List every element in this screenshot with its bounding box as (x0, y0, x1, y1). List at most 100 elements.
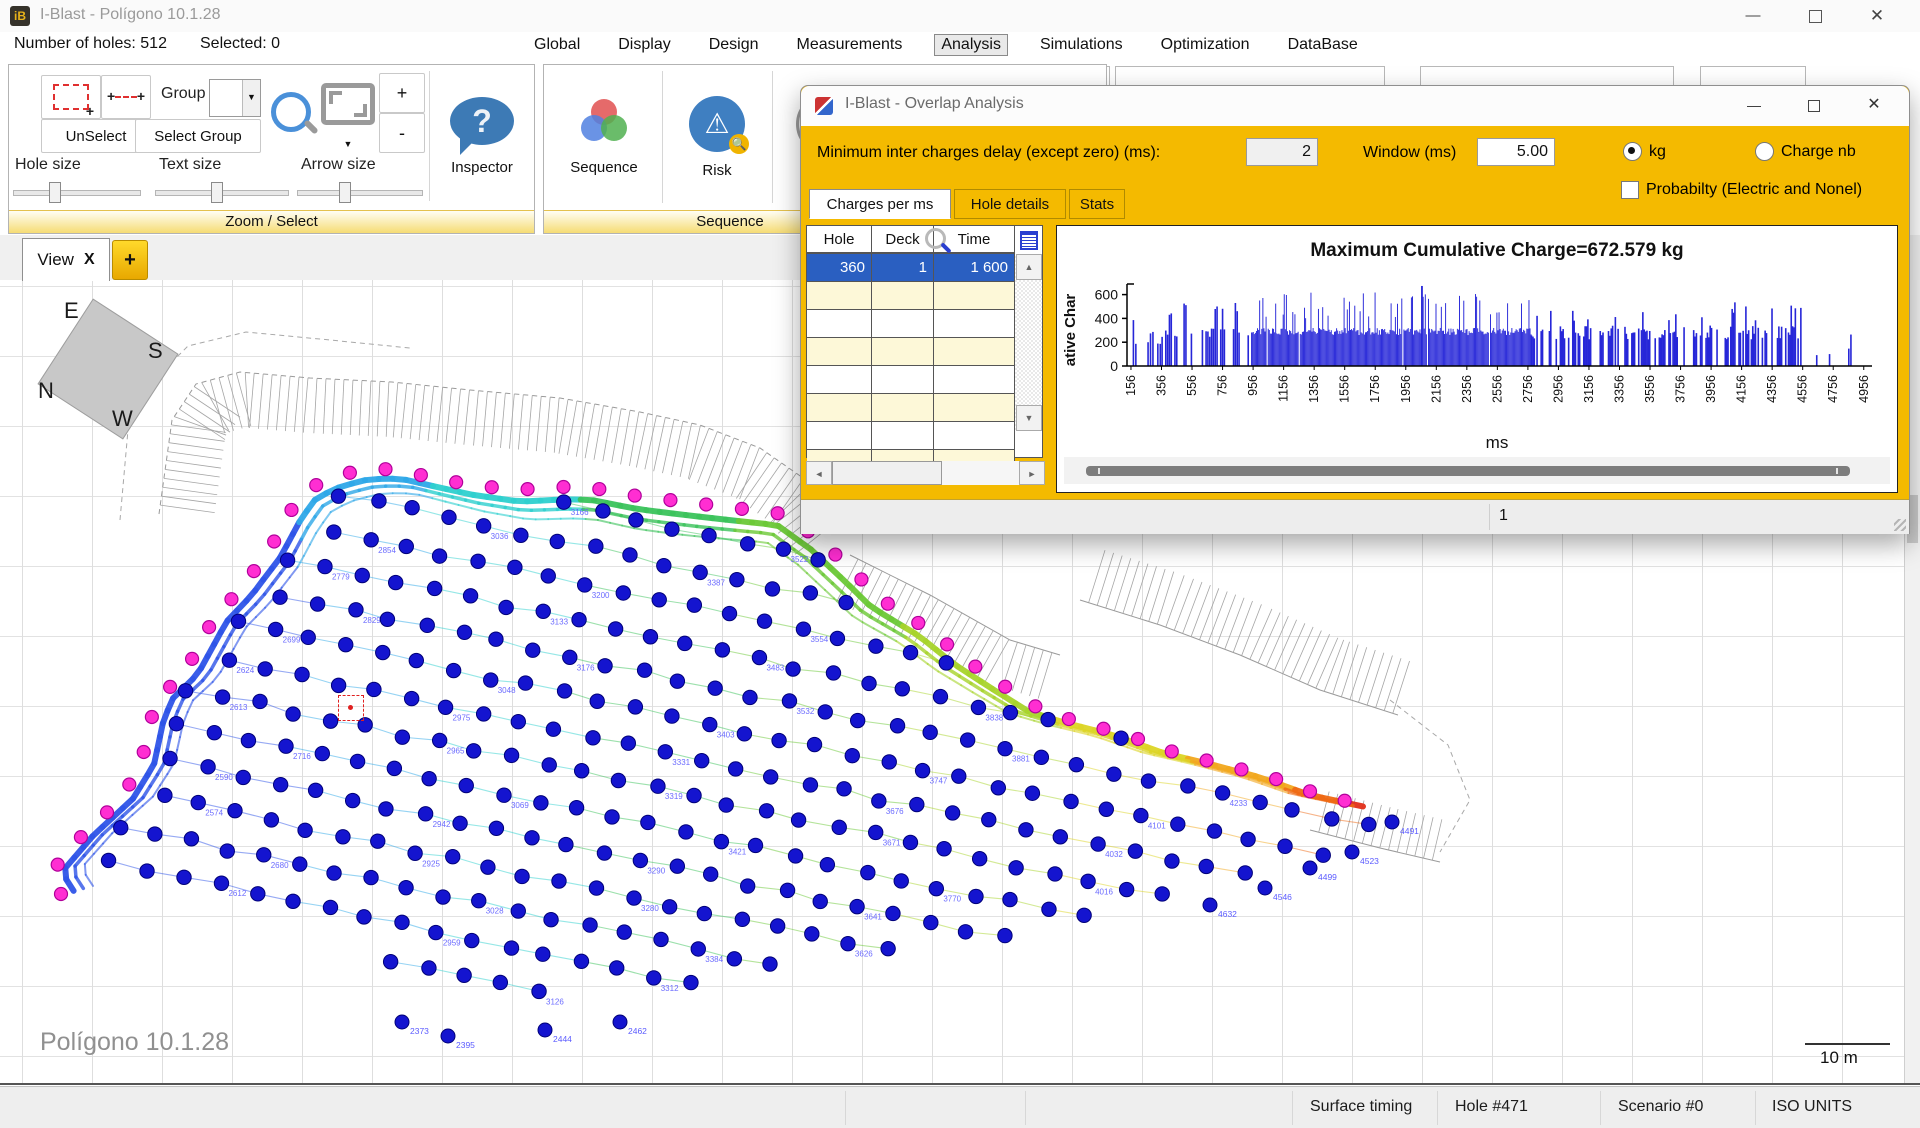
blast-hole[interactable] (845, 748, 859, 762)
blast-hole[interactable] (830, 631, 844, 645)
blast-hole[interactable] (695, 754, 709, 768)
blast-hole[interactable] (163, 751, 177, 765)
blast-hole[interactable] (924, 915, 938, 929)
blast-hole[interactable] (489, 821, 503, 835)
blast-hole[interactable] (371, 834, 385, 848)
blast-hole[interactable] (743, 690, 757, 704)
menu-design[interactable]: Design (703, 35, 765, 55)
blast-hole[interactable] (605, 810, 619, 824)
select-rectangle-button[interactable] (41, 75, 101, 119)
perimeter-hole[interactable] (593, 483, 606, 496)
scrollbar-thumb[interactable] (832, 461, 942, 485)
blast-hole[interactable] (493, 975, 507, 989)
blast-hole[interactable] (405, 500, 419, 514)
blast-hole[interactable] (818, 705, 832, 719)
blast-hole[interactable] (504, 941, 518, 955)
perimeter-hole[interactable] (164, 680, 177, 693)
blast-hole[interactable] (702, 528, 716, 542)
radio-kg[interactable] (1623, 142, 1642, 161)
blast-hole[interactable] (422, 771, 436, 785)
blast-hole[interactable] (608, 622, 622, 636)
blast-hole[interactable] (820, 857, 834, 871)
blast-hole[interactable] (336, 830, 350, 844)
blast-hole[interactable] (508, 560, 522, 574)
zoom-button[interactable] (265, 73, 317, 151)
window-close-button[interactable]: ✕ (1846, 0, 1908, 32)
blast-hole[interactable] (264, 813, 278, 827)
resize-grip[interactable] (1894, 519, 1906, 531)
blast-hole[interactable] (569, 801, 583, 815)
blast-hole[interactable] (796, 622, 810, 636)
blast-hole[interactable] (327, 866, 341, 880)
blast-hole[interactable] (1003, 892, 1017, 906)
perimeter-hole[interactable] (664, 494, 677, 507)
table-row[interactable] (807, 282, 1015, 310)
blast-hole[interactable] (623, 548, 637, 562)
blast-hole[interactable] (803, 586, 817, 600)
blast-hole[interactable] (481, 860, 495, 874)
window-minimize-button[interactable]: — (1722, 0, 1784, 32)
menu-optimization[interactable]: Optimization (1155, 35, 1256, 55)
blast-hole[interactable] (719, 798, 733, 812)
blast-hole[interactable] (323, 900, 337, 914)
blast-hole[interactable] (617, 925, 631, 939)
perimeter-hole[interactable] (735, 502, 748, 515)
blast-hole[interactable] (895, 682, 909, 696)
blast-hole[interactable] (903, 645, 917, 659)
blast-hole[interactable] (457, 968, 471, 982)
blast-hole[interactable] (379, 802, 393, 816)
blast-hole[interactable] (339, 637, 353, 651)
blast-hole[interactable] (890, 719, 904, 733)
tab-view[interactable]: View X (22, 238, 110, 281)
blast-hole[interactable] (541, 569, 555, 583)
blast-hole[interactable] (518, 676, 532, 690)
perimeter-hole[interactable] (1062, 713, 1075, 726)
perimeter-hole[interactable] (225, 593, 238, 606)
blast-hole[interactable] (534, 796, 548, 810)
scroll-down-icon[interactable]: ▼ (1016, 405, 1042, 431)
blast-hole[interactable] (1203, 898, 1217, 912)
menu-global[interactable]: Global (528, 35, 586, 55)
blast-hole[interactable] (998, 928, 1012, 942)
perimeter-hole[interactable] (101, 806, 114, 819)
blast-hole[interactable] (998, 742, 1012, 756)
blast-hole[interactable] (826, 666, 840, 680)
delay-input[interactable]: 2 (1246, 138, 1318, 166)
blast-hole[interactable] (286, 894, 300, 908)
perimeter-hole[interactable] (203, 621, 216, 634)
blast-hole[interactable] (803, 778, 817, 792)
blast-hole[interactable] (331, 489, 345, 503)
blast-hole[interactable] (364, 533, 378, 547)
blast-hole[interactable] (387, 761, 401, 775)
blast-hole[interactable] (735, 912, 749, 926)
blast-hole[interactable] (293, 857, 307, 871)
add-view-tab-button[interactable]: + (112, 240, 148, 280)
perimeter-hole[interactable] (1304, 785, 1317, 798)
blast-hole[interactable] (472, 894, 486, 908)
blast-hole[interactable] (1019, 823, 1033, 837)
blast-hole[interactable] (544, 912, 558, 926)
blast-hole[interactable] (355, 568, 369, 582)
sequence-button[interactable]: Sequence (550, 71, 658, 203)
blast-hole[interactable] (780, 883, 794, 897)
blast-hole[interactable] (641, 815, 655, 829)
blast-hole[interactable] (231, 614, 245, 628)
blast-hole[interactable] (432, 549, 446, 563)
blast-hole[interactable] (1048, 867, 1062, 881)
blast-hole[interactable] (765, 582, 779, 596)
blast-hole[interactable] (811, 553, 825, 567)
blast-hole[interactable] (253, 694, 267, 708)
text-size-slider[interactable] (155, 181, 289, 203)
arrow-size-slider[interactable] (297, 181, 423, 203)
blast-hole[interactable] (563, 650, 577, 664)
blast-hole[interactable] (207, 725, 221, 739)
table-horizontal-scrollbar[interactable]: ◄ ► (806, 461, 1043, 485)
perimeter-hole[interactable] (999, 680, 1012, 693)
blast-hole[interactable] (427, 581, 441, 595)
blast-hole[interactable] (687, 788, 701, 802)
dialog-close-button[interactable]: ✕ (1846, 90, 1902, 120)
blast-hole[interactable] (937, 842, 951, 856)
perimeter-hole[interactable] (1235, 763, 1248, 776)
group-dropdown[interactable]: ▼ (209, 79, 261, 117)
blast-hole[interactable] (715, 643, 729, 657)
